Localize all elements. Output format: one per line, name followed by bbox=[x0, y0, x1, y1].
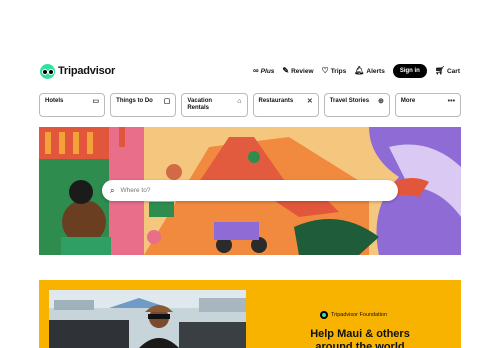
search-icon: ⌕ bbox=[110, 185, 115, 195]
review-label: Review bbox=[291, 67, 314, 75]
cart-link[interactable]: 🛒︎ Cart bbox=[435, 67, 460, 75]
foundation-label-text: Tripadvisor Foundation bbox=[331, 312, 388, 318]
bed-icon: ▭ bbox=[92, 98, 100, 105]
plus-label: Plus bbox=[260, 67, 275, 75]
category-more[interactable]: More ••• bbox=[394, 93, 462, 117]
category-things-to-do[interactable]: Things to Do ▢ bbox=[110, 93, 177, 117]
more-icon: ••• bbox=[447, 98, 456, 105]
pencil-icon: ✎ bbox=[282, 66, 290, 75]
logo-text: Tripadvisor bbox=[58, 65, 116, 77]
sign-in-button[interactable]: Sign in bbox=[392, 64, 427, 78]
trips-link[interactable]: ♡ Trips bbox=[322, 67, 347, 75]
bell-icon: 🔔︎ bbox=[354, 66, 365, 75]
category-label: Restaurants bbox=[258, 98, 294, 104]
foundation-label: Tripadvisor Foundation bbox=[320, 311, 387, 319]
cart-label: Cart bbox=[446, 67, 460, 75]
category-travel-stories[interactable]: Travel Stories ⊕ bbox=[323, 93, 390, 117]
site-header: Tripadvisor ∞ Plus ✎ Review ♡ Trips 🔔︎ A… bbox=[40, 62, 460, 80]
plus-glasses-icon: ∞ bbox=[252, 66, 259, 75]
search-bar[interactable]: ⌕ bbox=[102, 180, 398, 201]
tripadvisor-logo[interactable]: Tripadvisor bbox=[40, 63, 116, 79]
alerts-label: Alerts bbox=[366, 67, 385, 75]
cart-icon: 🛒︎ bbox=[434, 66, 445, 75]
alerts-link[interactable]: 🔔︎ Alerts bbox=[354, 67, 385, 75]
category-restaurants[interactable]: Restaurants ✕ bbox=[252, 93, 319, 117]
category-label: Travel Stories bbox=[329, 98, 370, 104]
promo-title: Help Maui & others around the world bbox=[310, 328, 410, 348]
category-tabs: Hotels ▭ Things to Do ▢ Vacation Rentals… bbox=[39, 93, 462, 117]
promo-photo-art bbox=[49, 290, 246, 348]
category-label: More bbox=[400, 98, 416, 104]
trips-label: Trips bbox=[330, 67, 347, 75]
house-icon: ⌂ bbox=[237, 98, 242, 105]
review-link[interactable]: ✎ Review bbox=[282, 67, 313, 75]
heart-icon: ♡ bbox=[321, 66, 329, 75]
search-input[interactable] bbox=[118, 186, 373, 195]
foundation-logo-icon bbox=[320, 311, 328, 319]
plus-link[interactable]: ∞ Plus bbox=[253, 67, 274, 75]
category-label: Vacation Rentals bbox=[187, 98, 213, 111]
owl-logo-icon bbox=[40, 63, 55, 79]
category-label: Things to Do bbox=[116, 98, 153, 104]
promo-photo bbox=[49, 290, 246, 348]
category-label: Hotels bbox=[45, 98, 64, 104]
ticket-icon: ▢ bbox=[163, 98, 171, 105]
foundation-promo[interactable]: Tripadvisor Foundation Help Maui & other… bbox=[39, 280, 461, 348]
header-nav: ∞ Plus ✎ Review ♡ Trips 🔔︎ Alerts Sign i… bbox=[253, 64, 460, 78]
utensils-icon: ✕ bbox=[306, 98, 313, 105]
category-vacation-rentals[interactable]: Vacation Rentals ⌂ bbox=[181, 93, 248, 117]
category-hotels[interactable]: Hotels ▭ bbox=[39, 93, 106, 117]
globe-icon: ⊕ bbox=[377, 98, 384, 105]
